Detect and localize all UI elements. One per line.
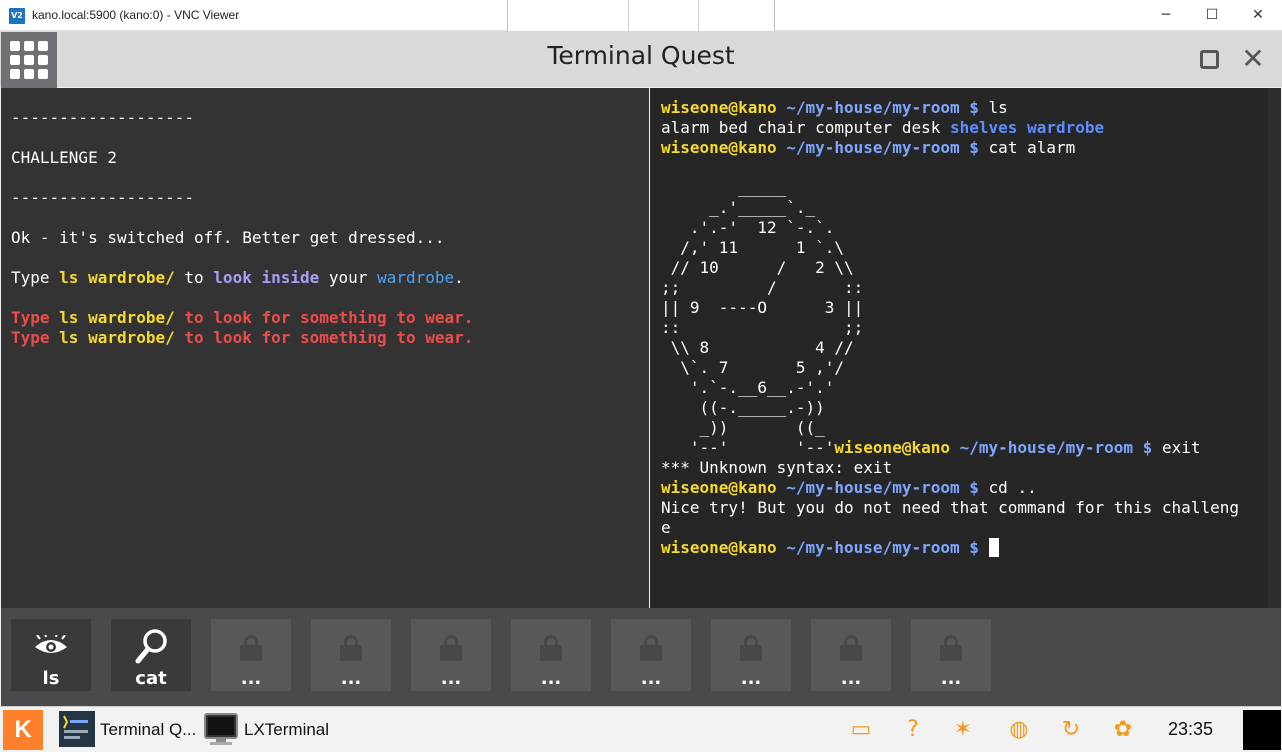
terminal-output[interactable]: wiseone@kano ~/my-house/my-room $ ls ala… [650, 88, 1281, 608]
command-text: cat alarm [988, 138, 1076, 157]
app-title: Terminal Quest [547, 41, 735, 70]
window-close-button[interactable]: ✕ [1235, 0, 1281, 31]
lock-icon [540, 635, 562, 661]
command-label: ... [840, 668, 862, 689]
lock-icon [640, 635, 662, 661]
command-ls-button[interactable]: ls [11, 619, 91, 691]
command-label: ... [340, 668, 362, 689]
app-maximize-icon[interactable] [1200, 50, 1219, 69]
command-text: ls [988, 98, 1008, 117]
taskbar-item-lxterminal[interactable]: LXTerminal [200, 710, 330, 750]
story-hint: Type ls wardrobe/ to look for something … [11, 308, 474, 327]
story-divider: ------------------- [11, 108, 195, 127]
command-locked-button[interactable]: ... [311, 619, 391, 691]
lxterminal-icon [204, 713, 238, 745]
eye-icon [35, 635, 67, 653]
story-instruction: Type ls wardrobe/ to look inside your wa… [11, 268, 464, 287]
prompt: wiseone@kano ~/my-house/my-room $ [661, 538, 979, 557]
cpu-monitor [1243, 710, 1281, 750]
updates-icon[interactable]: ↻ [1056, 715, 1086, 745]
kano-start-button[interactable]: K [3, 710, 43, 750]
taskbar-item-label: LXTerminal [244, 720, 330, 739]
people-icon[interactable]: ✶ [948, 715, 978, 745]
command-label: ... [240, 668, 262, 689]
terminal-cursor[interactable] [988, 538, 999, 557]
command-cat-button[interactable]: cat [111, 619, 191, 691]
command-label: ... [940, 668, 962, 689]
command-label: ... [640, 668, 662, 689]
notification-icon[interactable]: ▭ [846, 715, 876, 745]
prompt: wiseone@kano ~/my-house/my-room $ [661, 478, 979, 497]
vnc-title-bar: V2 kano.local:5900 (kano:0) - VNC Viewer… [0, 0, 1282, 34]
command-locked-button[interactable]: ... [211, 619, 291, 691]
lock-icon [340, 635, 362, 661]
terminal-quest-icon [59, 711, 95, 747]
prompt: wiseone@kano ~/my-house/my-room $ [661, 98, 979, 117]
help-icon[interactable]: ? [898, 715, 928, 745]
story-challenge: CHALLENGE 2 [11, 148, 117, 167]
prompt: wiseone@kano ~/my-house/my-room $ [661, 138, 979, 157]
taskbar-item-terminal-quest[interactable]: Terminal Q... [56, 710, 196, 750]
command-text: exit [1161, 438, 1201, 457]
taskbar: K Terminal Q... LXTerminal ▭ ? ✶ ◍ ↻ ✿ 2… [0, 706, 1282, 752]
vnc-logo-icon: V2 [9, 8, 25, 24]
response-output: Nice try! But you do not need that comma… [661, 498, 1239, 517]
story-panel: ------------------- CHALLENGE 2 --------… [1, 88, 649, 608]
app-close-icon[interactable]: ✕ [1238, 40, 1268, 78]
command-label: ... [740, 668, 762, 689]
lock-icon [440, 635, 462, 661]
command-locked-button[interactable]: ... [411, 619, 491, 691]
network-icon[interactable]: ◍ [1004, 715, 1034, 745]
taskbar-item-label: Terminal Q... [100, 720, 197, 739]
lock-icon [240, 635, 262, 661]
command-locked-button[interactable]: ... [811, 619, 891, 691]
vnc-window-title: kano.local:5900 (kano:0) - VNC Viewer [32, 8, 240, 22]
story-hint: Type ls wardrobe/ to look for something … [11, 328, 474, 347]
lock-icon [940, 635, 962, 661]
ls-output: alarm bed chair computer desk shelves wa… [661, 118, 1105, 137]
clock: 23:35 [1168, 719, 1214, 739]
command-label: ls [42, 668, 60, 689]
magnifier-icon [135, 629, 167, 664]
command-locked-button[interactable]: ... [911, 619, 991, 691]
response-output: e [661, 518, 671, 537]
lock-icon [840, 635, 862, 661]
command-label: ... [440, 668, 462, 689]
error-output: *** Unknown syntax: exit [661, 458, 893, 477]
command-text: cd .. [988, 478, 1037, 497]
command-locked-button[interactable]: ... [511, 619, 591, 691]
story-line: Ok - it's switched off. Better get dress… [11, 228, 445, 247]
command-bar: ls cat ... ... ... ... ... ... ... ... [1, 608, 1281, 706]
vnc-toolbar-handle[interactable] [507, 0, 775, 34]
settings-icon[interactable]: ✿ [1108, 715, 1138, 745]
command-label: cat [135, 668, 167, 689]
lock-icon [740, 635, 762, 661]
command-locked-button[interactable]: ... [611, 619, 691, 691]
maximize-button[interactable]: ☐ [1189, 0, 1235, 31]
terminal-scrollbar[interactable] [1268, 88, 1281, 608]
app-header: Terminal Quest ✕ [0, 31, 1282, 88]
minimize-button[interactable]: ─ [1143, 0, 1189, 31]
alarm-clock-ascii-art: _____ _.'_____`._ .'.-' 12 `-.`. /,' 11 … [661, 178, 864, 457]
command-label: ... [540, 668, 562, 689]
command-locked-button[interactable]: ... [711, 619, 791, 691]
story-divider: ------------------- [11, 188, 195, 207]
